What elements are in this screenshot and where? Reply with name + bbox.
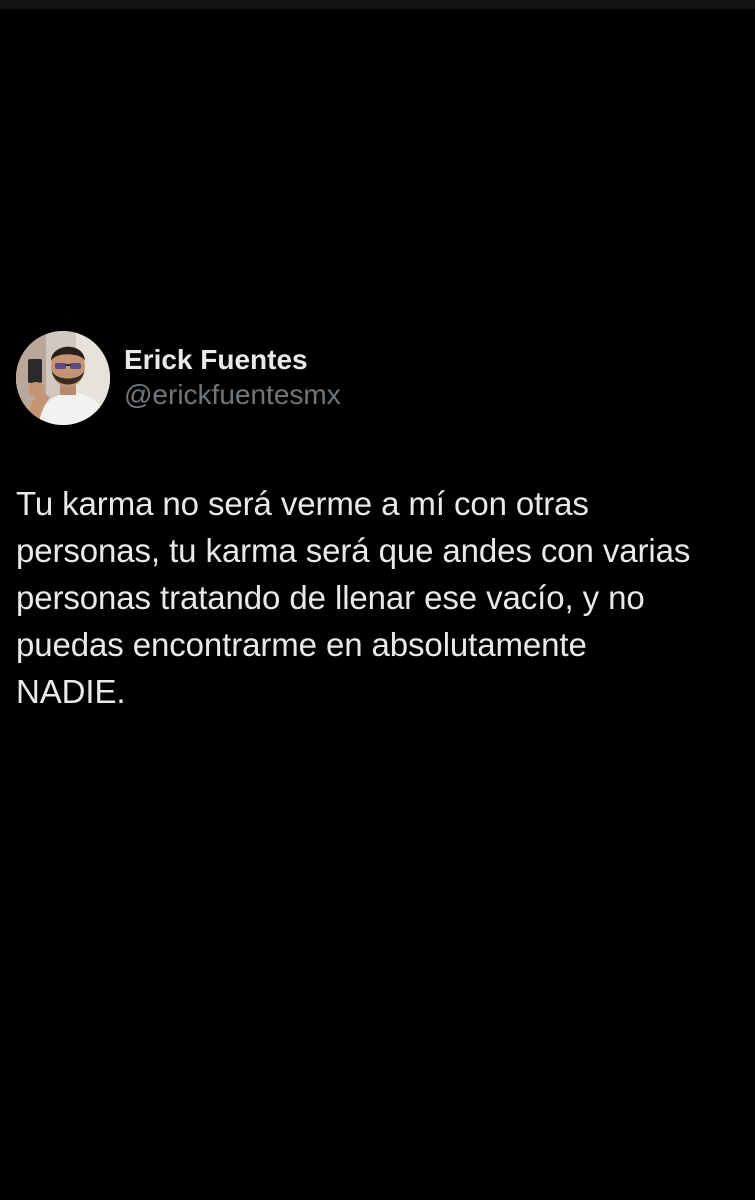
author-display-name[interactable]: Erick Fuentes: [124, 343, 341, 377]
avatar-photo: [16, 331, 110, 425]
tweet-header: Erick Fuentes @erickfuentesmx: [16, 330, 740, 426]
tweet-card: Erick Fuentes @erickfuentesmx Tu karma n…: [16, 330, 740, 715]
author-handle[interactable]: @erickfuentesmx: [124, 377, 341, 413]
top-bar-strip: [0, 0, 755, 9]
author-names: Erick Fuentes @erickfuentesmx: [124, 343, 341, 413]
tweet-text: Tu karma no será verme a mí con otras pe…: [16, 485, 691, 710]
avatar[interactable]: [16, 331, 110, 425]
